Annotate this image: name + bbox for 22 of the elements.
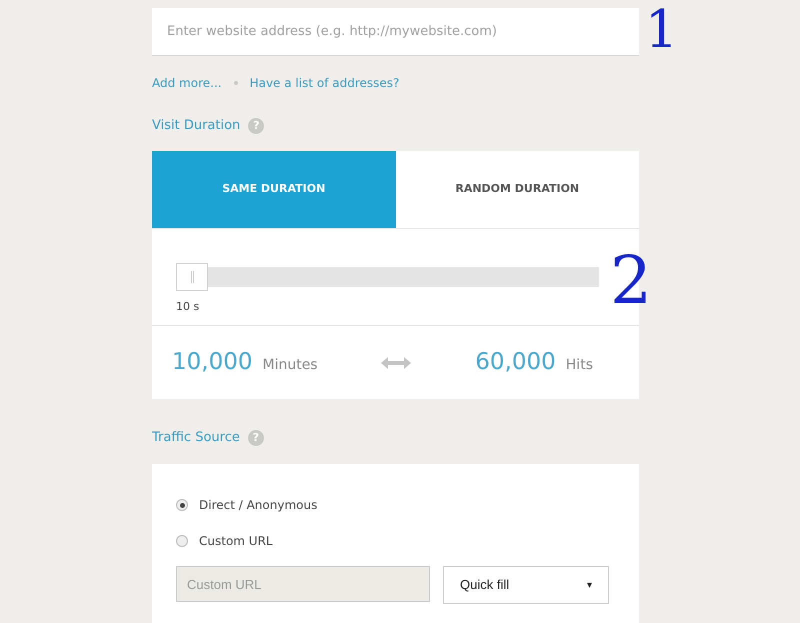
add-more-link[interactable]: Add more... bbox=[152, 74, 222, 92]
handwritten-annotation: 1 bbox=[645, 4, 678, 56]
double-arrow-icon bbox=[381, 356, 412, 368]
quick-fill-dropdown[interactable]: Quick fill ▾ bbox=[443, 566, 609, 604]
slider-thumb[interactable] bbox=[176, 263, 208, 291]
radio-button[interactable] bbox=[176, 535, 188, 547]
website-address-field[interactable]: Enter website address (e.g. http://mywebsite.com) bbox=[152, 8, 639, 56]
stat-unit: Hits bbox=[566, 356, 593, 376]
duration-tab[interactable]: SAME DURATION bbox=[152, 151, 396, 228]
help-icon[interactable]: ? bbox=[248, 118, 264, 134]
handwritten-annotation: 2 bbox=[610, 248, 652, 314]
slider-reading: 10 s bbox=[176, 299, 200, 315]
help-icon[interactable]: ? bbox=[248, 430, 264, 446]
radio-label: Custom URL bbox=[199, 533, 273, 550]
stat-value: 60,000 bbox=[475, 348, 556, 378]
section-title: Traffic Source bbox=[152, 429, 240, 448]
stat-unit: Minutes bbox=[262, 356, 318, 376]
address-list-link[interactable]: Have a list of addresses? bbox=[250, 74, 400, 92]
section-title: Visit Duration bbox=[152, 117, 240, 136]
radio-button[interactable] bbox=[176, 499, 188, 511]
stat-value: 10,000 bbox=[172, 348, 252, 378]
radio-label: Direct / Anonymous bbox=[199, 497, 318, 514]
